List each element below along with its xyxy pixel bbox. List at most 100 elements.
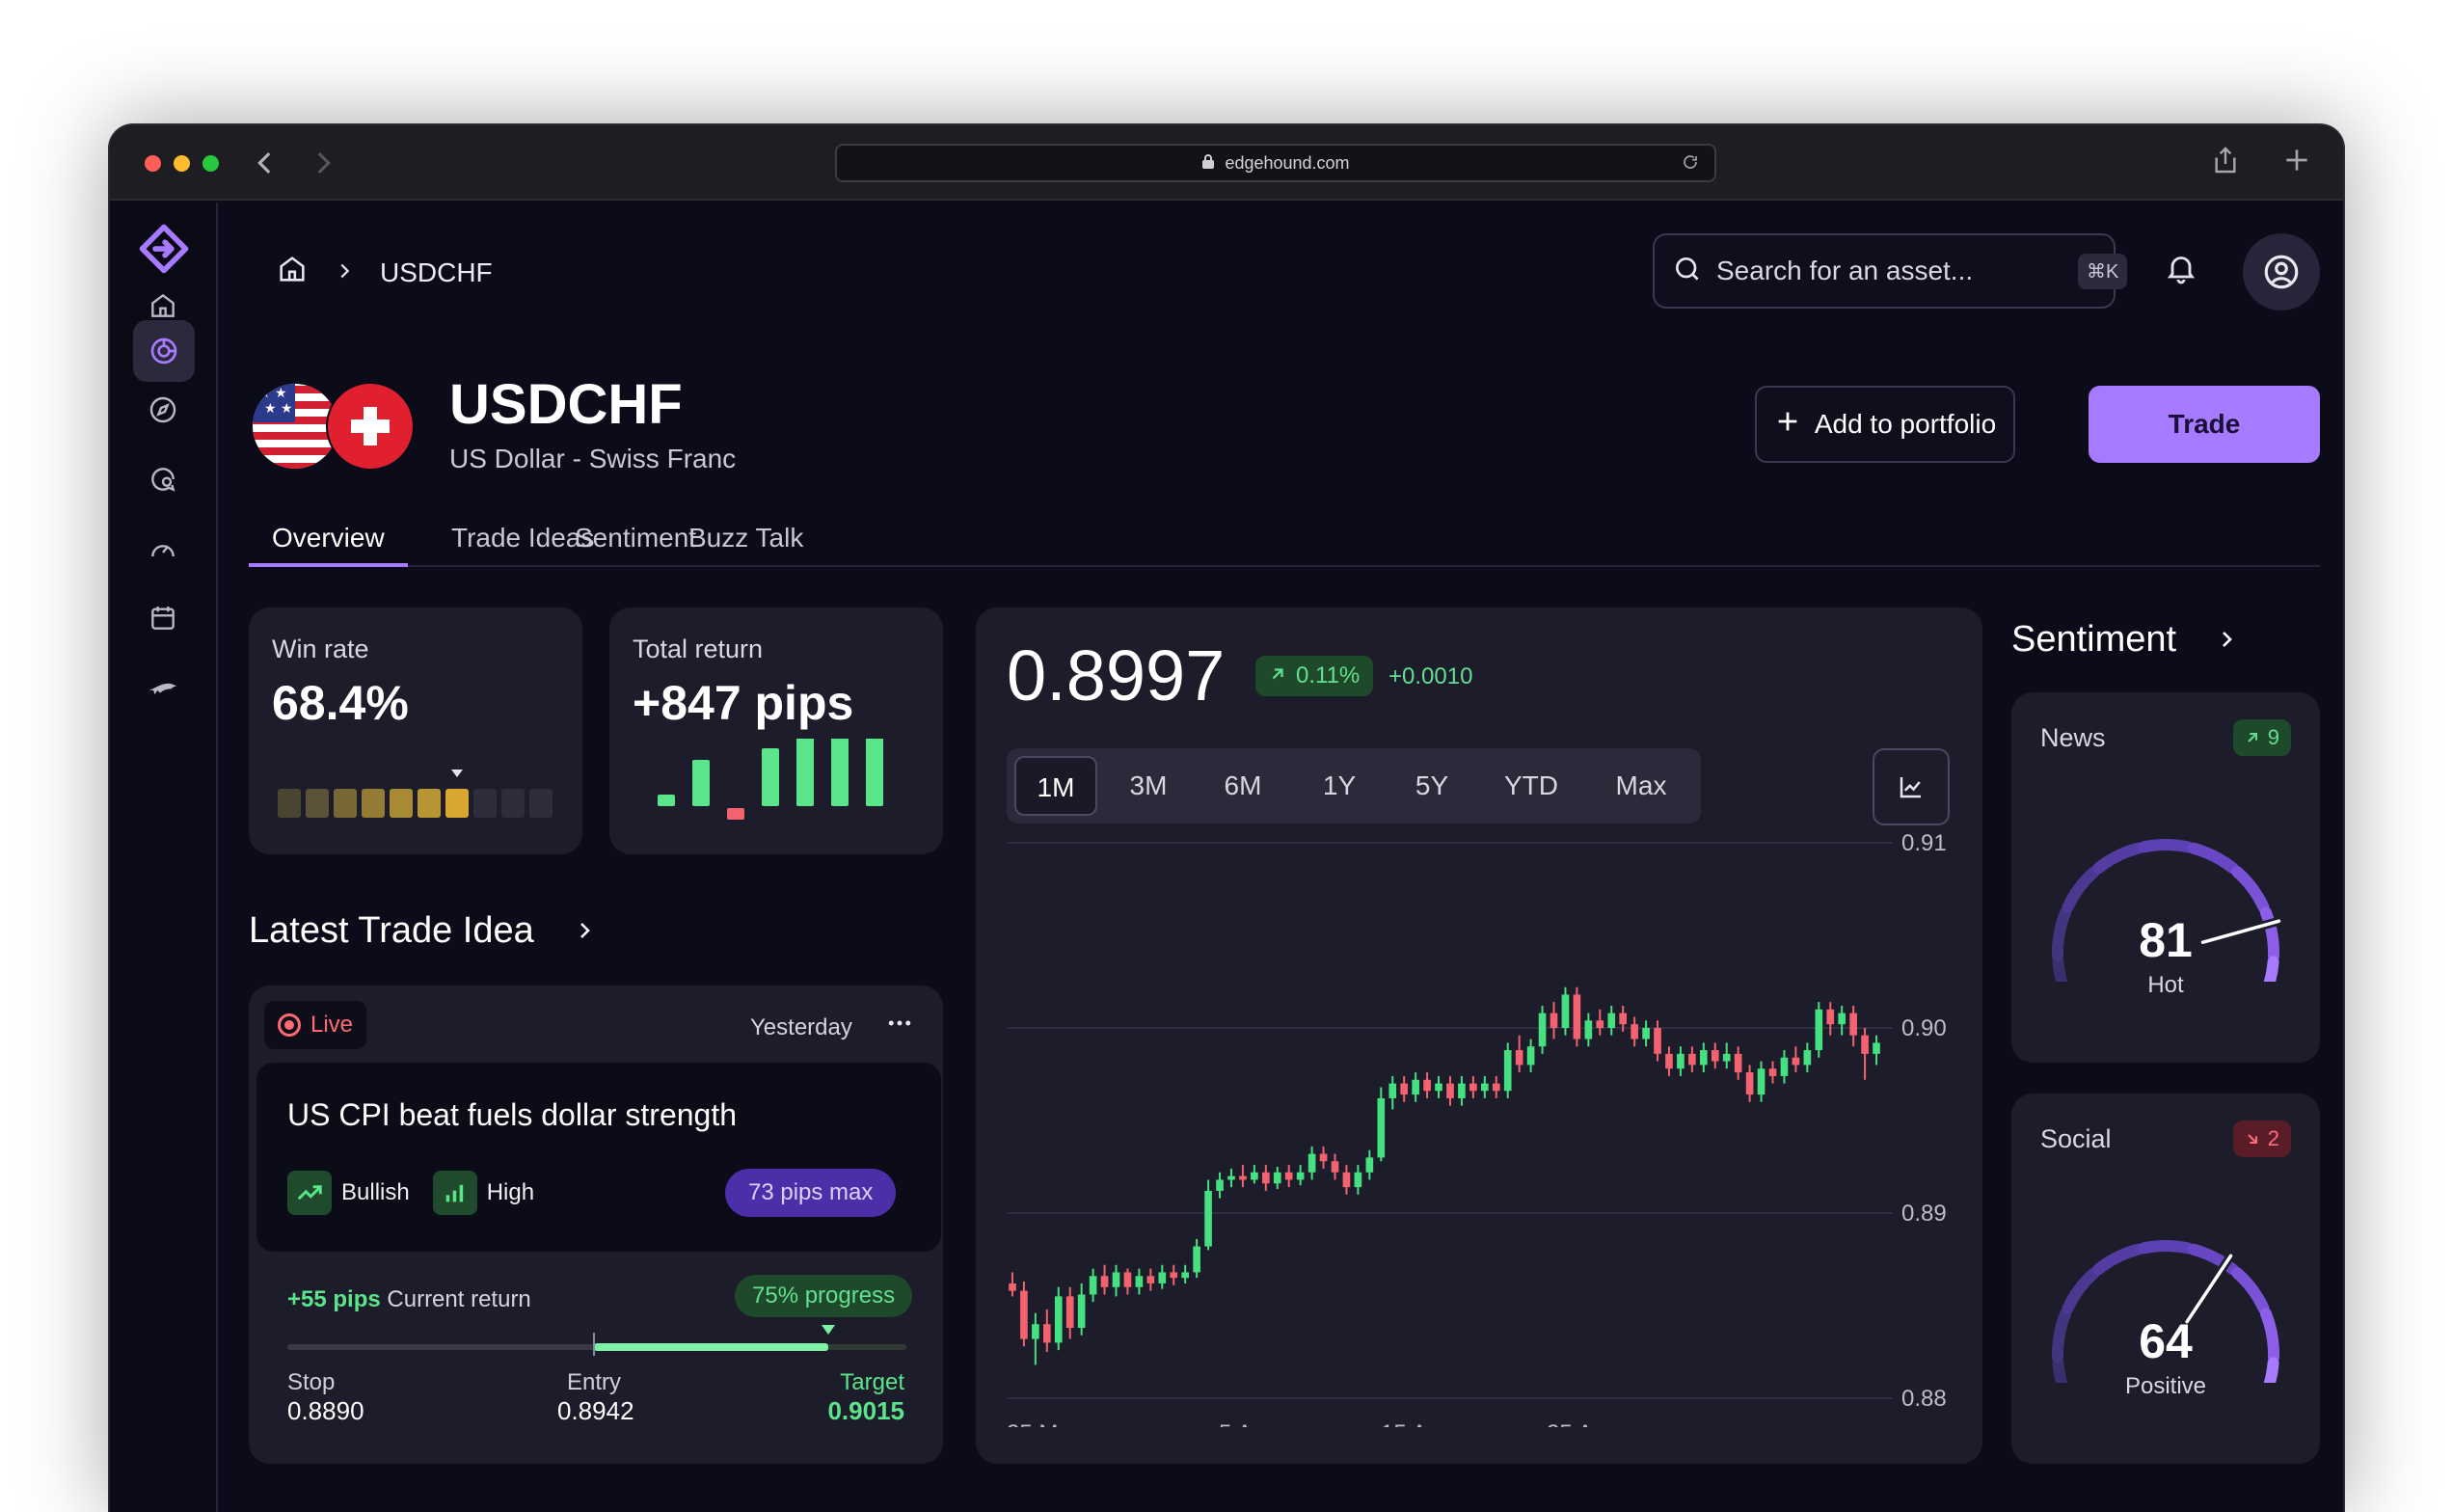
- candle-body: [1665, 1053, 1673, 1069]
- x-tick-label: 5 Apr: [1219, 1420, 1273, 1427]
- social-change-badge: 2: [2232, 1120, 2291, 1157]
- return-bar: [831, 739, 849, 806]
- current-return-value: +55 pips: [287, 1286, 381, 1312]
- candle-body: [1284, 1172, 1293, 1180]
- currency-flags: ★ ★ ★ ★: [251, 378, 420, 471]
- search-input[interactable]: [1716, 256, 2064, 286]
- candle-body: [1412, 1079, 1419, 1095]
- candle-body: [1480, 1083, 1489, 1092]
- news-change-badge: 9: [2232, 719, 2291, 756]
- change-abs: +0.0010: [1388, 663, 1473, 689]
- target-label: Target: [840, 1369, 904, 1395]
- stop-value: 0.8890: [287, 1396, 364, 1425]
- candle-body: [1181, 1272, 1190, 1279]
- win-rate-value: 68.4%: [272, 676, 409, 730]
- win-rate-card: Win rate 68.4%: [249, 608, 582, 854]
- confidence-label: High: [486, 1179, 535, 1205]
- candle-body: [1123, 1272, 1132, 1287]
- candle-body: [1365, 1157, 1374, 1173]
- user-avatar-button[interactable]: [2243, 233, 2320, 310]
- social-state: Positive: [2124, 1373, 2207, 1399]
- latest-trade-idea-header[interactable]: Latest Trade Idea: [249, 910, 596, 952]
- asset-search[interactable]: ⌘K: [1653, 233, 2128, 309]
- plus-icon: [1774, 408, 1801, 442]
- live-label: Live: [310, 1012, 354, 1038]
- timeframe-1m[interactable]: 1M: [1014, 756, 1097, 816]
- shark-icon[interactable]: [145, 669, 181, 706]
- timeframe-3m[interactable]: 3M: [1107, 756, 1190, 816]
- gauge-icon[interactable]: [145, 530, 181, 567]
- close-window-button[interactable]: [145, 155, 161, 172]
- sentiment-header[interactable]: Sentiment: [2011, 619, 2238, 661]
- trend-up-icon: [287, 1171, 332, 1215]
- win-rate-segment: [306, 789, 329, 818]
- maximize-window-button[interactable]: [202, 155, 219, 172]
- candle-body: [1550, 1012, 1558, 1028]
- timeframe-6m[interactable]: 6M: [1201, 756, 1284, 816]
- candle-body: [1423, 1079, 1431, 1092]
- chart-type-button[interactable]: [1873, 748, 1950, 825]
- timeframe-selector: 1M 3M 6M 1Y 5Y YTD Max: [1007, 748, 1701, 824]
- home-icon[interactable]: [145, 287, 181, 324]
- trade-button[interactable]: Trade: [2089, 386, 2320, 463]
- address-bar[interactable]: edgehound.com: [835, 144, 1716, 182]
- breadcrumb-current[interactable]: USDCHF: [380, 257, 493, 288]
- add-to-portfolio-button[interactable]: Add to portfolio: [1755, 386, 2015, 463]
- chat-search-icon[interactable]: [145, 461, 181, 498]
- return-bars: [658, 739, 883, 820]
- minimize-window-button[interactable]: [174, 155, 190, 172]
- social-sentiment-card[interactable]: Social 2 64 Positive: [2011, 1094, 2320, 1464]
- candle-body: [1193, 1246, 1200, 1273]
- win-rate-segment: [529, 789, 553, 818]
- candle-body: [1251, 1172, 1258, 1180]
- direction-label: Bullish: [341, 1179, 410, 1205]
- tab-overview[interactable]: Overview: [249, 519, 408, 567]
- share-icon[interactable]: [2210, 145, 2245, 179]
- win-rate-marker: [451, 770, 463, 777]
- more-icon[interactable]: [885, 1009, 914, 1042]
- sentiment-title: Sentiment: [2011, 619, 2177, 660]
- bell-icon[interactable]: [2164, 251, 2202, 289]
- win-rate-segment: [473, 789, 497, 818]
- user-icon: [2264, 255, 2299, 289]
- chevron-right-icon: [334, 257, 355, 288]
- candle-body: [1216, 1179, 1224, 1191]
- win-rate-segment: [390, 789, 413, 818]
- win-rate-meter: [278, 770, 553, 818]
- candlestick-chart[interactable]: 0.91 0.90 0.89 0.88 25 Mar 5 Apr 15 Apr 25 Apr: [976, 829, 1982, 1427]
- timeframe-ytd[interactable]: YTD: [1483, 756, 1579, 816]
- reload-icon[interactable]: [1682, 153, 1699, 176]
- current-return: +55 pips Current return: [287, 1286, 531, 1313]
- candle-body: [1561, 994, 1570, 1028]
- trade-progress-bar: [287, 1325, 906, 1356]
- news-state: Hot: [2147, 972, 2184, 998]
- candle-body: [1792, 1057, 1800, 1066]
- candle-body: [1227, 1175, 1235, 1180]
- arrow-up-right-icon: [2248, 733, 2257, 742]
- logo-icon[interactable]: [137, 222, 191, 276]
- compass-icon[interactable]: [145, 392, 181, 428]
- news-sentiment-card[interactable]: News 9 81 Hot: [2011, 692, 2320, 1063]
- trade-idea-card[interactable]: Live Yesterday US CPI beat fuels dollar …: [249, 986, 943, 1464]
- calendar-icon[interactable]: [145, 600, 181, 636]
- forward-icon[interactable]: [307, 147, 339, 179]
- timeframe-1y[interactable]: 1Y: [1298, 756, 1381, 816]
- entry-tick: [593, 1333, 595, 1356]
- app-window: edgehound.com USDCHF Search for an asset…: [108, 123, 2345, 1512]
- timeframe-max[interactable]: Max: [1593, 756, 1689, 816]
- breadcrumb-home-icon[interactable]: [276, 253, 309, 292]
- timeframe-5y[interactable]: 5Y: [1390, 756, 1473, 816]
- tab-buzz-talk[interactable]: Buzz Talk: [665, 519, 826, 567]
- new-tab-icon[interactable]: [2281, 145, 2316, 179]
- back-icon[interactable]: [249, 147, 282, 179]
- url-text: edgehound.com: [1225, 152, 1350, 173]
- trade-idea-time: Yesterday: [750, 1014, 852, 1040]
- markets-icon[interactable]: [133, 320, 195, 382]
- candle-body: [1469, 1083, 1477, 1092]
- candle-body: [1711, 1050, 1719, 1062]
- gauge-segment: [2187, 842, 2239, 875]
- return-bar: [796, 739, 814, 806]
- stop-label: Stop: [287, 1369, 336, 1395]
- arrow-down-right-icon: [2248, 1134, 2257, 1144]
- gauge-segment: [2092, 842, 2144, 875]
